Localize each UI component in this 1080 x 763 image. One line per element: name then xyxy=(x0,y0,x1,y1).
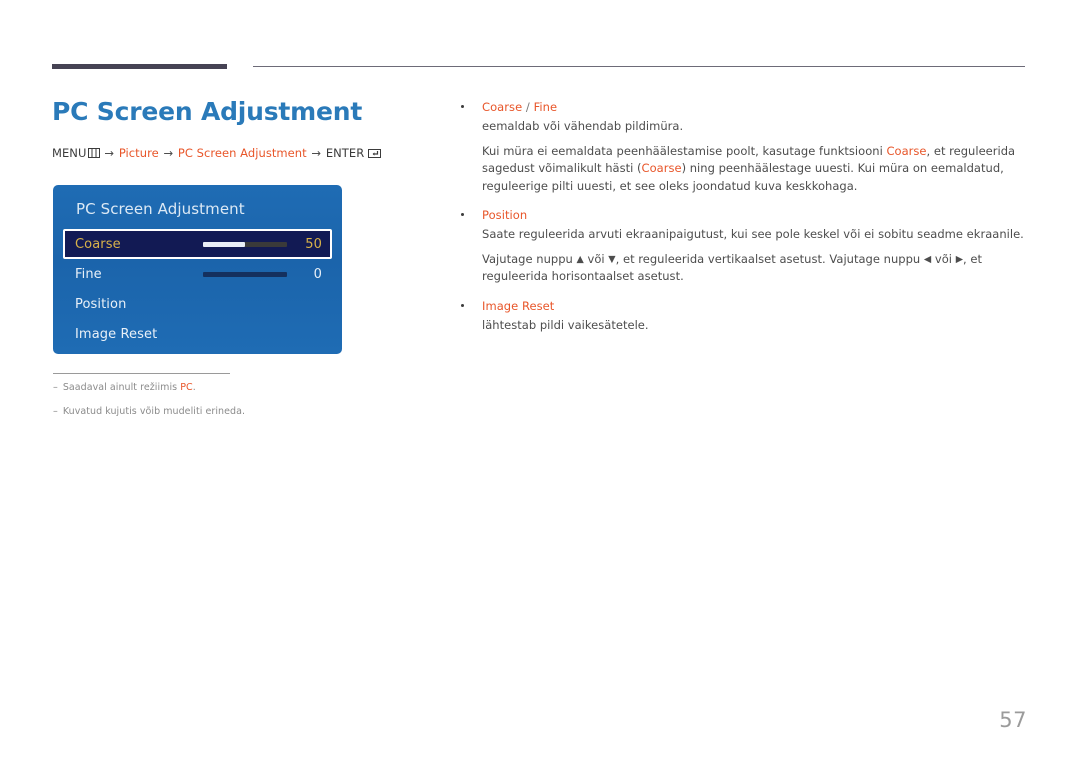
bullet-heading: Position xyxy=(458,207,1028,224)
footnote-dash: – xyxy=(53,406,58,418)
bullet-heading-image-reset: Image Reset xyxy=(482,298,555,313)
paragraph-text: , et reguleerida vertikaalset asetust. V… xyxy=(615,251,924,266)
bullet-paragraph: eemaldab või vähendab pildimüra. xyxy=(482,119,684,134)
paragraph-text: või xyxy=(583,251,609,266)
breadcrumb-menu-label: MENU xyxy=(52,146,87,161)
osd-row-label: Fine xyxy=(75,266,102,282)
osd-row-image-reset[interactable]: Image Reset xyxy=(63,319,332,349)
paragraph-text: või xyxy=(931,251,956,266)
paragraph-text: Vajutage nuppu xyxy=(482,251,577,266)
bullet-block-position: Position Saate reguleerida arvuti ekraan… xyxy=(458,207,1028,286)
osd-row-label: Image Reset xyxy=(75,326,158,342)
bullet-heading-position: Position xyxy=(482,208,528,223)
osd-row-position[interactable]: Position xyxy=(63,289,332,319)
bullet-heading-coarse: Coarse xyxy=(482,100,523,114)
fine-slider[interactable] xyxy=(203,271,287,277)
breadcrumb: MENU → Picture → PC Screen Adjustment → E… xyxy=(52,146,412,160)
header-rule-thin xyxy=(253,66,1025,67)
bullet-block-image-reset: Image Reset lähtestab pildi vaikesätetel… xyxy=(458,298,1028,335)
breadcrumb-arrow-2: → xyxy=(163,146,174,161)
footnote-text-tail: . xyxy=(192,382,196,393)
paragraph-text: Kui müra ei eemaldata peenhäälestamise p… xyxy=(482,143,887,158)
breadcrumb-arrow-1: → xyxy=(104,146,115,161)
bullet-paragraph: lähtestab pildi vaikesätetele. xyxy=(482,318,649,333)
footnote-item: – Kuvatud kujutis võib mudeliti erineda. xyxy=(53,405,383,419)
slider-fill xyxy=(203,241,245,247)
arrow-right-icon: ▶ xyxy=(955,253,964,265)
footnote-item: – Saadaval ainult režiimis PC. xyxy=(53,381,383,395)
footnote-dash: – xyxy=(53,382,58,393)
bullet-paragraph: Saate reguleerida arvuti ekraanipaigutus… xyxy=(482,227,1024,242)
right-column: Coarse / Fine eemaldab või vähendab pild… xyxy=(458,99,1028,347)
breadcrumb-enter-label: ENTER xyxy=(325,146,365,161)
osd-menu-list: Coarse 50 Fine 0 Position Image Reset xyxy=(63,229,332,349)
bullet-paragraph: Vajutage nuppu ▲ või ▼, et reguleerida v… xyxy=(458,251,1028,286)
header-rule-thick xyxy=(52,64,227,69)
osd-row-coarse[interactable]: Coarse 50 xyxy=(63,229,332,259)
breadcrumb-item-pc-screen-adjustment[interactable]: PC Screen Adjustment xyxy=(178,146,307,160)
bullet-heading-fine: Fine xyxy=(533,100,558,114)
bullet-heading-separator: / xyxy=(522,100,534,114)
bullet-block-coarse-fine: Coarse / Fine eemaldab või vähendab pild… xyxy=(458,99,1028,195)
page-title: PC Screen Adjustment xyxy=(52,97,363,126)
footnote-text: Kuvatud kujutis võib mudeliti erineda. xyxy=(62,406,246,418)
slider-track xyxy=(203,271,287,277)
inline-highlight-coarse: Coarse xyxy=(641,161,682,176)
arrow-down-icon: ▼ xyxy=(608,253,616,265)
breadcrumb-item-picture[interactable]: Picture xyxy=(119,146,159,160)
bullet-dot-icon xyxy=(461,303,464,307)
osd-row-value: 0 xyxy=(313,266,322,282)
page-number: 57 xyxy=(999,708,1027,732)
bullet-heading: Image Reset xyxy=(458,298,1028,315)
left-column: PC Screen Adjustment MENU → Picture → PC … xyxy=(52,96,412,160)
bullet-dot-icon xyxy=(461,105,464,108)
enter-key-icon xyxy=(368,148,382,159)
osd-row-fine[interactable]: Fine 0 xyxy=(63,259,332,289)
bullet-dot-icon xyxy=(461,213,464,217)
osd-row-label: Position xyxy=(75,296,127,312)
menu-grid-icon xyxy=(88,147,101,159)
footnote-list: – Saadaval ainult režiimis PC. – Kuvatud k… xyxy=(53,381,383,430)
osd-row-label: Coarse xyxy=(75,236,121,252)
coarse-slider[interactable] xyxy=(203,241,287,247)
osd-row-value: 50 xyxy=(305,236,322,252)
inline-highlight-coarse: Coarse xyxy=(886,143,927,158)
footnote-text: Saadaval ainult režiimis xyxy=(62,382,181,393)
bullet-heading: Coarse / Fine xyxy=(458,99,1028,116)
footnote-highlight: PC xyxy=(180,382,193,393)
arrow-up-icon: ▲ xyxy=(576,253,584,265)
osd-panel: PC Screen Adjustment Coarse 50 Fine 0 Po… xyxy=(53,185,342,354)
bullet-paragraph: Kui müra ei eemaldata peenhäälestamise p… xyxy=(458,143,1028,195)
footnote-divider xyxy=(53,373,230,374)
breadcrumb-arrow-3: → xyxy=(311,146,322,161)
osd-title: PC Screen Adjustment xyxy=(76,200,245,218)
